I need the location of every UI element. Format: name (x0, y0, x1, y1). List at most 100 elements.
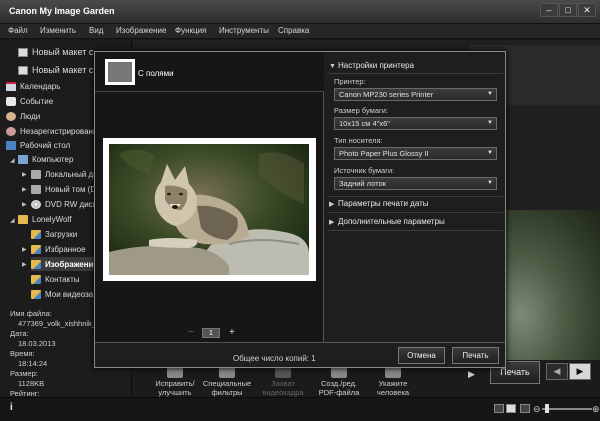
zoom-out-icon[interactable]: ⊖ (533, 404, 541, 415)
button-label: фильтры (211, 388, 243, 397)
button-label: Захват (271, 379, 295, 388)
increase-copies-button[interactable]: + (229, 327, 235, 338)
dialog-print-button[interactable]: Печать (452, 347, 499, 364)
layout-icon (18, 47, 28, 57)
expand-right-icon[interactable]: ▶ (22, 246, 27, 253)
paper-size-label: Размер бумаги: (334, 106, 388, 115)
button-label: человека (376, 388, 410, 397)
printer-select[interactable]: Canon MP230 series Printer ▼ (334, 88, 497, 101)
section-title: Настройки принтера (338, 61, 415, 70)
sidebar-item-label: Избранное (45, 244, 86, 254)
sidebar-item-downloads[interactable]: Загрузки (31, 227, 77, 241)
specify-person-button[interactable]: Укажите человека (370, 366, 416, 397)
dropdown-arrow-icon: ▼ (487, 91, 493, 97)
sidebar-item-desktop[interactable]: Рабочий стол (6, 138, 70, 152)
sidebar-item-calendar[interactable]: Календарь (6, 79, 60, 93)
sidebar-item-contacts[interactable]: Контакты (31, 272, 80, 286)
sidebar-item-label: Новый макет с (32, 47, 94, 57)
layout-thumbnail[interactable] (105, 59, 135, 85)
menu-edit[interactable]: Изменить (40, 26, 76, 35)
sidebar-item-favorites[interactable]: Избранное (31, 242, 86, 256)
unregistered-people-icon (6, 126, 16, 136)
status-bar: i ⊖ ⊕ (0, 397, 600, 421)
settings-pane: ▼ Настройки принтера Принтер: Canon MP230… (325, 52, 505, 342)
view-fullscreen-icon[interactable] (520, 404, 530, 413)
people-icon (6, 111, 16, 121)
next-arrow-icon: ▶ (576, 366, 584, 376)
user-folder-icon (18, 214, 28, 224)
minimize-button[interactable]: ‒ (540, 3, 558, 17)
sidebar-item-videos[interactable]: Мои видеоза (31, 287, 93, 301)
divider (327, 230, 503, 231)
select-value: Photo Paper Plus Glossy II (339, 149, 429, 158)
sidebar-item-local-disk[interactable]: Локальный ди (31, 167, 98, 181)
advanced-settings-header[interactable]: ▶ Дополнительные параметры (329, 217, 445, 226)
sidebar-item-event[interactable]: Событие (6, 94, 53, 108)
sidebar-item-label: Загрузки (45, 229, 78, 239)
correct-enhance-button[interactable]: Исправить/ улучшить (152, 366, 198, 397)
page-number-field[interactable]: 1 (202, 328, 220, 338)
zoom-in-icon[interactable]: ⊕ (592, 404, 600, 415)
cancel-button[interactable]: Отмена (398, 347, 445, 364)
info-icon[interactable]: i (10, 402, 13, 413)
toolbar-next-icon[interactable]: ▶ (468, 369, 475, 380)
sidebar-item-layout-2[interactable]: Новый макет с (18, 63, 93, 77)
sidebar-item-label: LonelyWolf (32, 214, 72, 224)
menu-file[interactable]: Файл (8, 26, 28, 35)
layout-label: С полями (138, 69, 174, 78)
view-list-icon[interactable] (494, 404, 504, 413)
expand-down-icon[interactable]: ◢ (10, 217, 15, 224)
sidebar-item-label: Мои видеоза (45, 289, 94, 299)
total-copies: Общее число копий: 1 (233, 354, 316, 363)
expand-right-icon[interactable]: ▶ (22, 186, 27, 193)
paper-size-select[interactable]: 10x15 см 4"x6" ▼ (334, 117, 497, 130)
expand-right-icon[interactable]: ▶ (22, 261, 27, 268)
create-edit-pdf-button[interactable]: Созд./ред. PDF-файла (314, 366, 364, 397)
expand-right-icon[interactable]: ▶ (22, 201, 27, 208)
sidebar-item-layout-1[interactable]: Новый макет с (18, 45, 93, 59)
decrease-copies-button[interactable]: − (188, 327, 194, 338)
view-single-icon[interactable] (506, 404, 516, 413)
sidebar-item-new-volume[interactable]: Новый том (D (31, 182, 96, 196)
menu-image[interactable]: Изображение (116, 26, 166, 35)
sidebar-item-dvd[interactable]: DVD RW диск (31, 197, 96, 211)
maximize-button[interactable]: □ (559, 3, 577, 17)
prev-arrow-icon: ◀ (553, 366, 561, 376)
printer-settings-header[interactable]: ▼ Настройки принтера (329, 61, 414, 70)
paper-source-select[interactable]: Задний лоток ▼ (334, 177, 497, 190)
favorites-folder-icon (31, 244, 41, 254)
select-value: 10x15 см 4"x6" (339, 119, 390, 128)
menu-function[interactable]: Функция (175, 26, 206, 35)
next-button[interactable]: ▶ (569, 363, 591, 380)
special-filters-button[interactable]: Специальные фильтры (202, 366, 252, 397)
button-label: Созд./ред. (321, 379, 357, 388)
sidebar-item-people[interactable]: Люди (6, 109, 40, 123)
button-label: Специальные (202, 379, 252, 388)
expand-right-icon[interactable]: ▶ (22, 171, 27, 178)
zoom-slider[interactable] (542, 408, 592, 410)
expand-down-icon[interactable]: ◢ (10, 157, 15, 164)
menu-tools[interactable]: Инструменты (219, 26, 269, 35)
button-label: Укажите (378, 379, 408, 388)
previous-button[interactable]: ◀ (546, 363, 568, 380)
sidebar-item-label: Контакты (45, 274, 80, 284)
sidebar-item-unregistered[interactable]: Незарегистрированн (6, 124, 97, 138)
sidebar-item-label: Событие (20, 96, 54, 106)
video-frame-capture-button[interactable]: Захват видеокадра (258, 366, 308, 397)
select-value: Задний лоток (339, 179, 386, 188)
layout-selector[interactable]: С полями (95, 52, 324, 92)
menu-view[interactable]: Вид (89, 26, 103, 35)
sidebar-item-computer[interactable]: Компьютер (18, 152, 73, 166)
sidebar-item-label: Люди (20, 111, 41, 121)
menu-help[interactable]: Справка (278, 26, 309, 35)
dropdown-arrow-icon: ▼ (487, 120, 493, 126)
print-settings-dialog: С полями − 1 + ▼ Настройки принтера Прин… (94, 51, 506, 368)
paper-source-label: Источник бумаги: (334, 166, 395, 175)
date-print-settings-header[interactable]: ▶ Параметры печати даты (329, 199, 429, 208)
zoom-slider-handle[interactable] (545, 404, 549, 413)
menu-bar: Файл Изменить Вид Изображение Функция Ин… (0, 24, 600, 39)
sidebar-item-label: Изображения (45, 259, 99, 269)
close-button[interactable]: ✕ (578, 3, 596, 17)
media-type-select[interactable]: Photo Paper Plus Glossy II ▼ (334, 147, 497, 160)
sidebar-item-lonelywolf[interactable]: LonelyWolf (18, 212, 71, 226)
